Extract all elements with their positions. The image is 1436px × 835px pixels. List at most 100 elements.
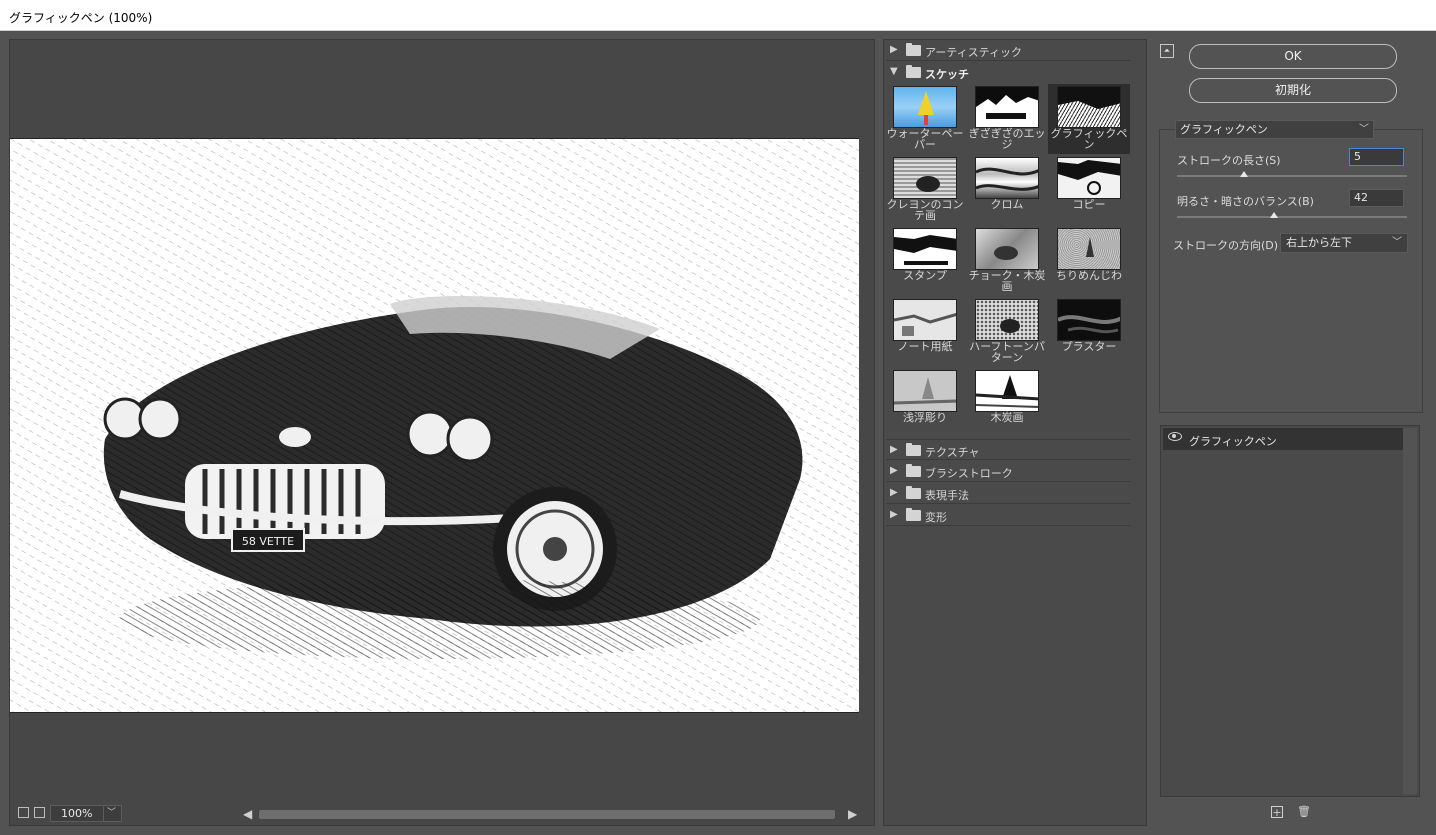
trash-icon[interactable]: 🗑 xyxy=(1297,806,1311,818)
folder-icon xyxy=(906,443,921,456)
category-sketch[interactable]: ▼ スケッチ xyxy=(886,62,1131,83)
thumb-image xyxy=(893,228,957,270)
chevron-down-icon: ﹀ xyxy=(1392,237,1402,248)
thumb-image xyxy=(893,299,957,341)
thumb-image xyxy=(975,299,1039,341)
thumb-label: チョーク・木炭画 xyxy=(968,269,1046,293)
car-sketch-image: 58 VETTE xyxy=(10,139,859,712)
category-label: 変形 xyxy=(925,511,947,524)
fit-view-icon[interactable] xyxy=(18,807,29,818)
ok-button[interactable]: OK xyxy=(1189,44,1397,69)
filter-thumb-halftone-pattern[interactable]: ハーフトーンパターン xyxy=(966,297,1048,367)
category-brush-strokes[interactable]: ▶ ブラシストローク xyxy=(886,461,1131,482)
filter-gallery-panel: ▶ アーティスティック ▼ スケッチ ウォーターペーパー ぎざぎざのエッジ グラ… xyxy=(883,39,1147,826)
filter-thumb-stamp[interactable]: スタンプ xyxy=(884,226,966,296)
filter-select[interactable]: グラフィックペン ﹀ xyxy=(1175,120,1374,139)
thumb-label: 木炭画 xyxy=(990,411,1024,424)
thumb-image xyxy=(893,370,957,412)
thumb-image xyxy=(1057,228,1121,270)
scroll-thumb[interactable] xyxy=(259,810,835,819)
new-effect-layer-icon[interactable]: + xyxy=(1271,806,1283,819)
expand-triangle-icon[interactable]: ▶ xyxy=(890,444,898,455)
balance-input[interactable]: 42 xyxy=(1349,189,1404,207)
category-artistic[interactable]: ▶ アーティスティック xyxy=(886,40,1131,61)
category-label: 表現手法 xyxy=(925,489,969,502)
filter-thumb-watercolor-paper[interactable]: ウォーターペーパー xyxy=(884,84,966,154)
category-label: スケッチ xyxy=(925,68,969,81)
scroll-left-icon[interactable]: ◀ xyxy=(243,806,252,822)
expand-triangle-icon[interactable]: ▶ xyxy=(890,44,898,55)
category-stylize[interactable]: ▶ 表現手法 xyxy=(886,483,1131,504)
expand-triangle-icon[interactable]: ▶ xyxy=(890,465,898,476)
license-plate-text: 58 VETTE xyxy=(242,535,294,548)
preview-image[interactable]: 58 VETTE xyxy=(10,138,859,713)
category-label: アーティスティック xyxy=(925,46,1023,59)
filter-thumb-note-paper[interactable]: ノート用紙 xyxy=(884,297,966,367)
actual-size-icon[interactable] xyxy=(34,807,45,818)
zoom-value: 100% xyxy=(61,807,93,820)
filter-thumb-plaster[interactable]: プラスター xyxy=(1048,297,1130,367)
thumb-image xyxy=(893,157,957,199)
category-label: テクスチャ xyxy=(925,446,980,459)
effect-layers-panel: グラフィックペン xyxy=(1160,425,1420,797)
stroke-length-input[interactable]: 5 xyxy=(1349,148,1404,166)
category-texture[interactable]: ▶ テクスチャ xyxy=(886,439,1131,460)
horizontal-scrollbar[interactable]: ◀ ▶ xyxy=(243,806,860,822)
zoom-select[interactable]: 100% ﹀ xyxy=(50,805,122,822)
stroke-length-label: ストロークの長さ(S) xyxy=(1177,154,1281,167)
folder-icon xyxy=(906,43,921,56)
thumb-label: ウォーターペーパー xyxy=(886,127,964,151)
thumb-image xyxy=(1057,86,1121,128)
filter-thumb-chalk-charcoal[interactable]: チョーク・木炭画 xyxy=(966,226,1048,296)
balance-slider-handle[interactable] xyxy=(1269,212,1278,218)
filter-thumb-torn-edges[interactable]: ぎざぎざのエッジ xyxy=(966,84,1048,154)
thumb-image xyxy=(975,157,1039,199)
expand-triangle-icon[interactable]: ▶ xyxy=(890,509,898,520)
category-distort[interactable]: ▶ 変形 xyxy=(886,505,1131,526)
scroll-right-icon[interactable]: ▶ xyxy=(848,806,857,822)
filter-select-value: グラフィックペン xyxy=(1180,123,1268,136)
reset-button[interactable]: 初期化 xyxy=(1189,78,1397,103)
category-label: ブラシストローク xyxy=(925,467,1013,480)
thumb-label: ノート用紙 xyxy=(897,340,953,353)
thumb-label: クロム xyxy=(990,198,1024,211)
thumb-label: ちりめんじわ xyxy=(1056,269,1122,282)
collapse-triangle-icon[interactable]: ▼ xyxy=(890,66,898,77)
effect-layer-row[interactable]: グラフィックペン xyxy=(1163,428,1404,450)
thumb-image xyxy=(975,228,1039,270)
filter-thumb-reticulation[interactable]: ちりめんじわ xyxy=(1048,226,1130,296)
filter-thumb-charcoal[interactable]: 木炭画 xyxy=(966,368,1048,438)
filter-thumb-bas-relief[interactable]: 浅浮彫り xyxy=(884,368,966,438)
preview-toolbar: 100% ﹀ ◀ ▶ xyxy=(10,803,874,825)
filter-thumb-graphic-pen[interactable]: グラフィックペン xyxy=(1048,84,1130,154)
title-bar: グラフィックペン (100%) xyxy=(0,0,1436,31)
visibility-eye-icon[interactable] xyxy=(1168,432,1182,441)
balance-slider[interactable] xyxy=(1177,216,1407,218)
folder-icon xyxy=(906,65,921,78)
thumb-label: コピー xyxy=(1072,198,1106,211)
preview-panel[interactable]: 58 VETTE 100% ﹀ ◀ ▶ xyxy=(9,39,875,826)
thumb-image xyxy=(975,86,1039,128)
balance-label: 明るさ・暗さのバランス(B) xyxy=(1177,195,1314,208)
vertical-scrollbar[interactable] xyxy=(1403,428,1417,794)
filter-thumb-photocopy[interactable]: コピー xyxy=(1048,155,1130,225)
stroke-length-slider[interactable] xyxy=(1177,175,1407,177)
thumb-label: ハーフトーンパターン xyxy=(969,340,1045,364)
thumb-label: グラフィックペン xyxy=(1050,127,1128,151)
thumb-label: クレヨンのコンテ画 xyxy=(886,198,964,222)
chevron-down-icon: ﹀ xyxy=(1359,124,1369,135)
folder-icon xyxy=(906,464,921,477)
collapse-gallery-icon[interactable]: ⏶ xyxy=(1160,44,1174,58)
thumb-label: 浅浮彫り xyxy=(903,411,947,424)
direction-select[interactable]: 右上から左下 ﹀ xyxy=(1280,233,1408,253)
thumb-image xyxy=(893,86,957,128)
chevron-down-icon[interactable]: ﹀ xyxy=(103,806,119,821)
stroke-length-slider-handle[interactable] xyxy=(1239,171,1248,177)
filter-thumb-conte-crayon[interactable]: クレヨンのコンテ画 xyxy=(884,155,966,225)
effect-layer-name: グラフィックペン xyxy=(1189,435,1277,448)
expand-triangle-icon[interactable]: ▶ xyxy=(890,487,898,498)
thumb-image xyxy=(1057,157,1121,199)
filter-thumb-chrome[interactable]: クロム xyxy=(966,155,1048,225)
folder-icon xyxy=(906,486,921,499)
direction-select-value: 右上から左下 xyxy=(1286,236,1352,249)
